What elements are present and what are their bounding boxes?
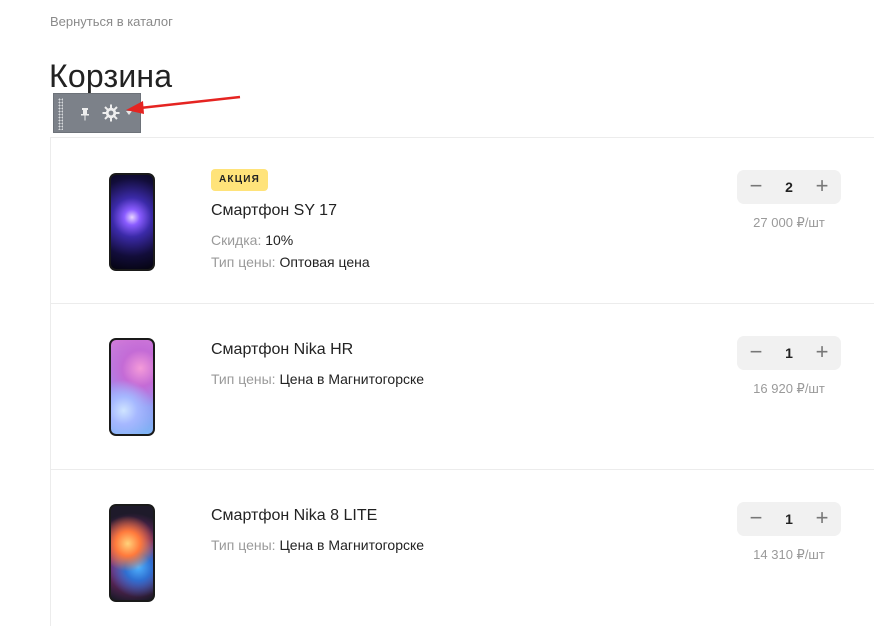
back-to-catalog-link[interactable]: Вернуться в каталог bbox=[50, 14, 173, 29]
prop-label: Тип цены: bbox=[211, 254, 276, 270]
discount-prop: Скидка: 10% bbox=[211, 232, 293, 248]
product-image[interactable] bbox=[109, 504, 155, 602]
promo-badge: АКЦИЯ bbox=[211, 169, 269, 191]
increase-quantity-button[interactable]: + bbox=[805, 170, 839, 204]
price-type-prop: Тип цены: Оптовая цена bbox=[211, 254, 370, 270]
prop-label: Скидка: bbox=[211, 232, 262, 248]
unit-price: 14 310 ₽/шт bbox=[753, 547, 825, 562]
gear-icon[interactable] bbox=[102, 104, 120, 122]
increase-quantity-button[interactable]: + bbox=[805, 336, 839, 370]
product-name[interactable]: Смартфон Nika HR bbox=[211, 341, 353, 359]
decrease-quantity-button[interactable]: − bbox=[739, 502, 773, 536]
admin-toolbar bbox=[53, 93, 141, 133]
quantity-stepper: − 2 + bbox=[737, 170, 841, 204]
quantity-value[interactable]: 1 bbox=[771, 502, 807, 536]
price-type-prop: Тип цены: Цена в Магнитогорске bbox=[211, 371, 424, 387]
decrease-quantity-button[interactable]: − bbox=[739, 170, 773, 204]
cart-item: Смартфон Nika 8 LITE Тип цены: Цена в Ма… bbox=[51, 470, 874, 626]
price-type-prop: Тип цены: Цена в Магнитогорске bbox=[211, 537, 424, 553]
prop-label: Тип цены: bbox=[211, 371, 276, 387]
quantity-value[interactable]: 1 bbox=[771, 336, 807, 370]
prop-value: Оптовая цена bbox=[279, 254, 370, 270]
chevron-down-icon[interactable] bbox=[126, 111, 132, 115]
cart-item: Смартфон Nika HR Тип цены: Цена в Магнит… bbox=[51, 304, 874, 470]
cart-list: АКЦИЯ Смартфон SY 17 Скидка: 10% Тип цен… bbox=[50, 137, 874, 626]
pin-icon[interactable] bbox=[80, 107, 90, 121]
quantity-stepper: − 1 + bbox=[737, 336, 841, 370]
cart-item: АКЦИЯ Смартфон SY 17 Скидка: 10% Тип цен… bbox=[51, 138, 874, 304]
prop-value: 10% bbox=[265, 232, 294, 248]
prop-value: Цена в Магнитогорске bbox=[279, 537, 425, 553]
product-image[interactable] bbox=[109, 173, 155, 271]
quantity-value[interactable]: 2 bbox=[771, 170, 807, 204]
drag-handle[interactable] bbox=[58, 98, 63, 130]
increase-quantity-button[interactable]: + bbox=[805, 502, 839, 536]
unit-price: 16 920 ₽/шт bbox=[753, 381, 825, 396]
product-name[interactable]: Смартфон SY 17 bbox=[211, 202, 337, 220]
unit-price: 27 000 ₽/шт bbox=[753, 215, 825, 230]
decrease-quantity-button[interactable]: − bbox=[739, 336, 773, 370]
prop-value: Цена в Магнитогорске bbox=[279, 371, 425, 387]
quantity-stepper: − 1 + bbox=[737, 502, 841, 536]
prop-label: Тип цены: bbox=[211, 537, 276, 553]
product-image[interactable] bbox=[109, 338, 155, 436]
page-title: Корзина bbox=[49, 58, 173, 94]
product-name[interactable]: Смартфон Nika 8 LITE bbox=[211, 507, 377, 525]
